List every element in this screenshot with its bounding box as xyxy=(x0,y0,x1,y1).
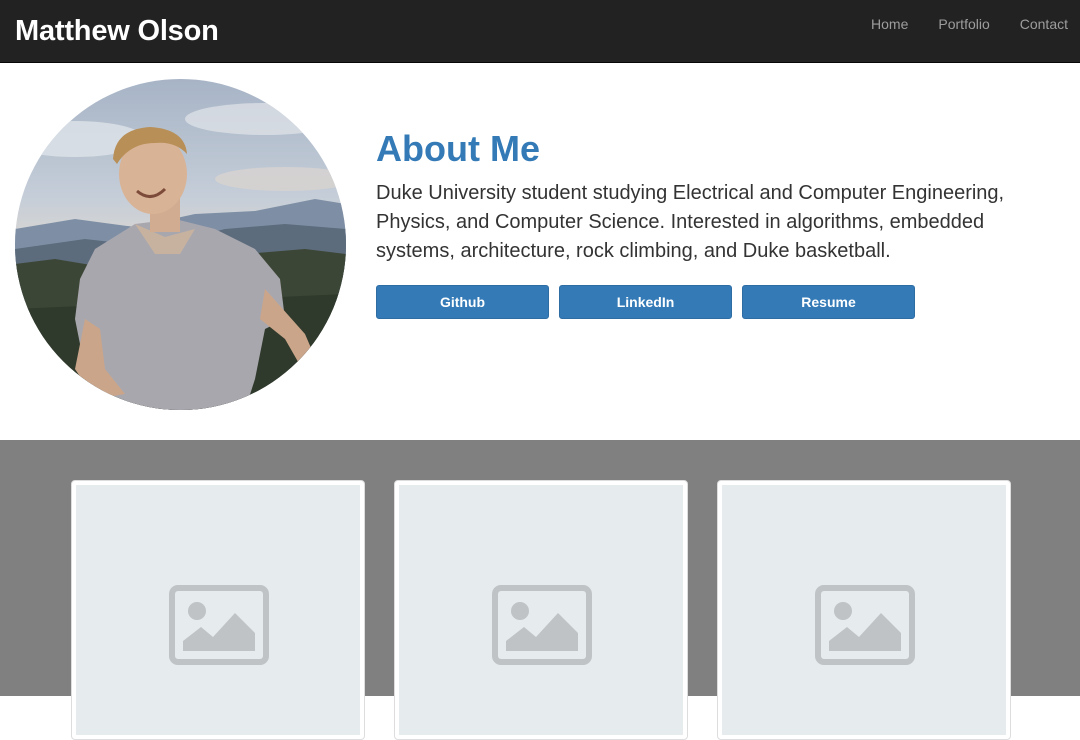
portfolio-image-placeholder xyxy=(76,485,360,735)
github-button[interactable]: Github xyxy=(376,285,549,319)
portfolio-image-placeholder xyxy=(722,485,1006,735)
nav-links: Home Portfolio Contact xyxy=(871,16,1068,32)
portfolio-section xyxy=(0,440,1080,740)
portfolio-item-3[interactable] xyxy=(717,480,1011,740)
nav-link-home[interactable]: Home xyxy=(871,16,908,32)
profile-photo xyxy=(15,79,346,410)
social-buttons: Github LinkedIn Resume xyxy=(376,285,915,319)
portfolio-image-placeholder xyxy=(399,485,683,735)
about-title: About Me xyxy=(376,128,540,169)
brand-link[interactable]: Matthew Olson xyxy=(15,17,219,46)
linkedin-button[interactable]: LinkedIn xyxy=(559,285,732,319)
resume-button[interactable]: Resume xyxy=(742,285,915,319)
image-placeholder-icon xyxy=(815,585,915,665)
nav-link-portfolio[interactable]: Portfolio xyxy=(908,16,989,32)
navbar: Matthew Olson Home Portfolio Contact xyxy=(0,0,1080,63)
portfolio-item-2[interactable] xyxy=(394,480,688,740)
nav-link-contact[interactable]: Contact xyxy=(990,16,1068,32)
image-placeholder-icon xyxy=(492,585,592,665)
avatar xyxy=(15,79,346,410)
about-description: Duke University student studying Electri… xyxy=(376,182,1005,262)
image-placeholder-icon xyxy=(169,585,269,665)
about-section: About Me Duke University student studyin… xyxy=(0,63,1080,440)
portfolio-item-1[interactable] xyxy=(71,480,365,740)
